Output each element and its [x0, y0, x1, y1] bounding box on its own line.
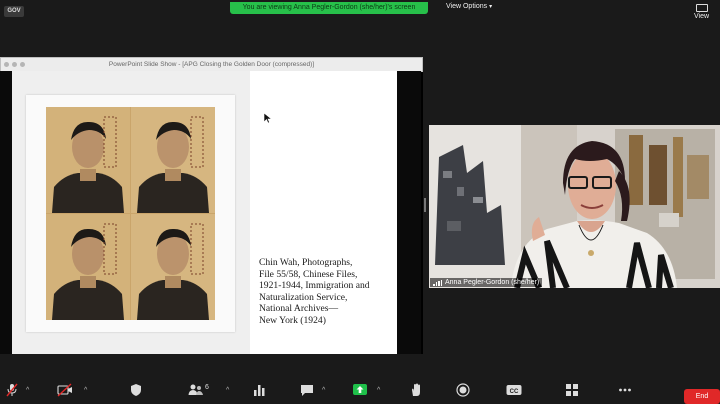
share-screen-icon [353, 384, 367, 395]
more-icon [619, 388, 631, 392]
gov-tag: GOV [4, 6, 24, 17]
reactions-button[interactable] [410, 383, 423, 397]
mugshot-photo [131, 107, 215, 213]
split-view-drag-handle[interactable] [424, 198, 426, 212]
security-shield-icon [131, 384, 141, 396]
slide-letterbox-left [0, 71, 12, 354]
video-options-caret[interactable]: ^ [84, 387, 87, 394]
mugshot-photo [46, 214, 130, 320]
signal-strength-icon [433, 279, 442, 286]
shared-screen-window: PowerPoint Slide Show - [APG Closing the… [0, 57, 423, 354]
start-video-button[interactable] [57, 383, 73, 397]
microphone-muted-icon [6, 383, 18, 397]
view-button[interactable]: View [694, 4, 709, 20]
caption-line: New York (1924) [259, 314, 326, 326]
participants-button[interactable] [188, 383, 204, 397]
caption-line: Naturalization Service, [259, 291, 348, 303]
security-button[interactable] [130, 383, 142, 397]
more-button[interactable] [618, 383, 632, 397]
view-label: View [694, 13, 710, 20]
mugshot-photo [131, 214, 215, 320]
powerpoint-titlebar: PowerPoint Slide Show - [APG Closing the… [0, 57, 423, 72]
mugshot-photograph-sheet [46, 107, 215, 320]
view-layout-icon [695, 4, 708, 12]
reactions-hand-icon [412, 383, 420, 396]
photograph-frame [26, 95, 235, 332]
participants-count: 6 [205, 384, 209, 391]
presentation-slide: Chin Wah, Photographs, File 55/58, Chine… [12, 71, 397, 354]
window-minimize-dot [12, 62, 17, 67]
participant-name-tag: Anna Pegler-Gordon (she/her) [430, 278, 543, 287]
speaker-video-tile[interactable]: Anna Pegler-Gordon (she/her) [429, 125, 720, 288]
powerpoint-window-title: PowerPoint Slide Show - [APG Closing the… [108, 61, 315, 68]
chevron-down-icon: ▾ [489, 4, 493, 10]
caption-line: Chin Wah, Photographs, [259, 257, 353, 268]
speaker-video-feed [429, 125, 720, 288]
closed-caption-icon: CC [506, 385, 522, 395]
participant-name: Anna Pegler-Gordon (she/her) [445, 279, 540, 286]
record-button[interactable] [456, 383, 470, 397]
chat-button[interactable] [300, 383, 314, 397]
chat-icon [301, 385, 313, 396]
record-icon [456, 383, 470, 397]
svg-text:CC: CC [510, 389, 519, 395]
caption-line: National Archives— [259, 303, 339, 315]
share-screen-button[interactable] [353, 383, 367, 397]
video-off-icon [57, 383, 72, 397]
window-close-dot [4, 62, 9, 67]
participants-options-caret[interactable]: ^ [226, 387, 229, 394]
screen-share-banner: You are viewing Anna Pegler-Gordon (she/… [230, 2, 428, 14]
chat-options-caret[interactable]: ^ [322, 387, 325, 394]
caption-line: 1921-1944, Immigration and [259, 280, 370, 292]
share-options-caret[interactable]: ^ [377, 387, 380, 394]
meeting-toolbar: ^ ^ 6 ^ ^ ^ CC [0, 376, 720, 404]
view-options-button[interactable]: View Options ▾ [446, 3, 492, 10]
meeting-top-bar: GOV You are viewing Anna Pegler-Gordon (… [0, 0, 720, 22]
participants-icon [188, 384, 203, 395]
apps-button[interactable] [565, 383, 579, 397]
slide-image-panel [12, 71, 250, 354]
slide-letterbox-right [397, 71, 421, 354]
polls-button[interactable] [253, 383, 265, 397]
unmute-button[interactable] [6, 383, 18, 397]
window-controls [4, 62, 25, 67]
slide-caption: Chin Wah, Photographs, File 55/58, Chine… [259, 257, 393, 327]
polls-icon [254, 385, 265, 396]
view-options-label: View Options [446, 3, 488, 10]
audio-options-caret[interactable]: ^ [26, 387, 29, 394]
mouse-cursor-icon [264, 113, 272, 123]
apps-grid-icon [566, 384, 578, 396]
mugshot-photo [46, 107, 130, 213]
caption-line: File 55/58, Chinese Files, [259, 268, 358, 280]
window-zoom-dot [20, 62, 25, 67]
end-meeting-button[interactable]: End [684, 389, 720, 404]
closed-caption-button[interactable]: CC [506, 383, 522, 397]
